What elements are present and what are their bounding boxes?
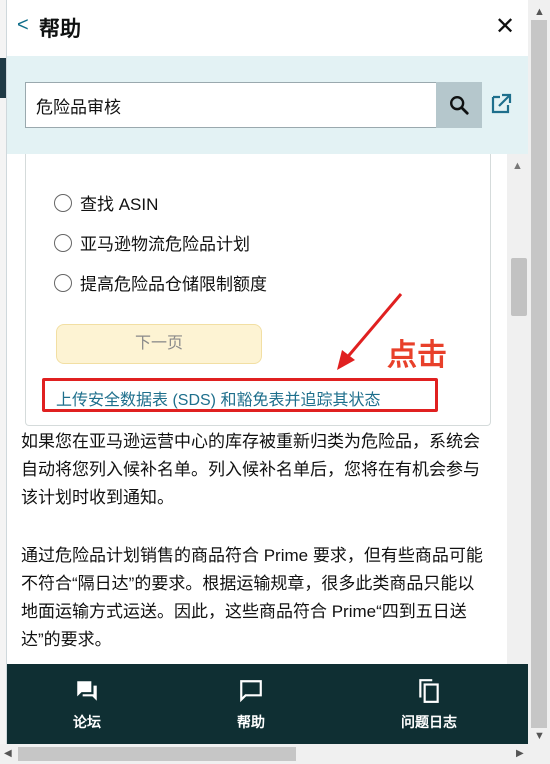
search-button[interactable] [436,82,482,128]
scroll-right-icon[interactable]: ▶ [516,748,524,759]
horizontal-scroll-thumb[interactable] [18,747,296,761]
nav-forum[interactable]: 论坛 [37,678,137,732]
scroll-left-icon[interactable]: ◀ [4,748,12,759]
info-paragraph: 如果您在亚马逊运营中心的库存被重新归类为危险品，系统会自动将您列入候补名单。列入… [21,432,480,507]
nav-help[interactable]: 帮助 [201,678,301,732]
nav-label: 论坛 [73,714,101,730]
annotation-click-label: 点击 [387,339,447,372]
help-content: 查找 ASIN 亚马逊物流危险品计划 提高危险品仓储限制额度 下一页 上传安全数… [7,154,507,664]
help-panel: < 帮助 ✕ 查找 ASIN 亚马逊物流危险品 [6,0,529,744]
nav-label: 问题日志 [401,714,457,730]
search-box [25,82,482,128]
page-scroll-up-icon[interactable]: ▲ [534,6,545,18]
help-header: < 帮助 ✕ [7,0,529,56]
forum-icon [77,681,97,701]
content-scrollbar[interactable] [507,154,529,664]
nav-label: 帮助 [237,714,265,730]
page-scroll-thumb[interactable] [531,20,547,728]
panel-title: 帮助 [39,18,81,41]
search-area [7,56,529,154]
case-log-icon [419,679,439,703]
scroll-up-arrow-icon[interactable]: ▲ [512,160,523,172]
page-scroll-down-icon[interactable]: ▼ [534,730,545,742]
bottom-navigation: 论坛 帮助 问题日志 [7,664,529,744]
search-icon [450,96,469,115]
nav-case-log[interactable]: 问题日志 [379,678,479,732]
content-scroll-thumb[interactable] [511,258,527,316]
close-button[interactable]: ✕ [495,12,515,41]
info-paragraph: 通过危险品计划销售的商品符合 Prime 要求，但有些商品可能不符合“隔日达”的… [21,546,483,649]
open-external-icon[interactable] [489,92,513,116]
search-input[interactable] [36,93,426,117]
help-chat-icon [240,680,262,703]
back-button[interactable]: < [17,14,29,37]
